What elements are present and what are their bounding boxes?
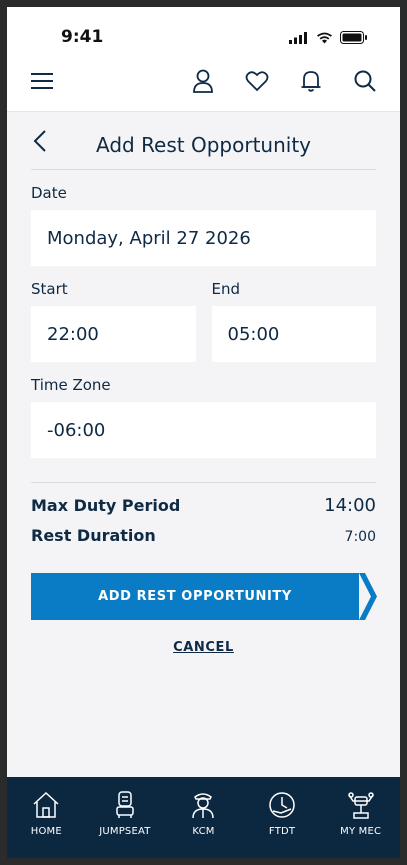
- page-title: Add Rest Opportunity: [95, 133, 312, 157]
- rest-duration-value: 7:00: [344, 529, 376, 545]
- start-group: Start 22:00: [31, 266, 196, 362]
- time-zone-label: Time Zone: [31, 376, 111, 394]
- max-duty-row: Max Duty Period 14:00: [31, 495, 376, 516]
- tab-my-mec[interactable]: MY MEC: [325, 791, 397, 837]
- rest-duration-label: Rest Duration: [31, 526, 156, 545]
- app-header: [7, 65, 400, 112]
- wifi-icon: [317, 32, 332, 43]
- chevron-right-icon: [359, 573, 377, 620]
- add-rest-opportunity-button[interactable]: ADD REST OPPORTUNITY: [31, 573, 377, 620]
- divider: [31, 482, 376, 483]
- menu-icon[interactable]: [28, 67, 56, 95]
- tab-home[interactable]: HOME: [10, 791, 82, 837]
- date-label: Date: [31, 184, 67, 202]
- tab-jumpseat[interactable]: JUMPSEAT: [89, 791, 161, 837]
- tab-home-label: HOME: [30, 826, 62, 837]
- heart-icon[interactable]: [243, 67, 271, 95]
- tab-ftdt-label: FTDT: [268, 826, 296, 837]
- title-row: Add Rest Opportunity: [31, 111, 376, 170]
- status-time: 9:41: [61, 27, 104, 47]
- bell-icon[interactable]: [297, 67, 325, 95]
- phone-screen: 9:41 Add Rest Opportunity Date Monday, A…: [7, 7, 400, 858]
- jumpseat-icon: [116, 791, 134, 818]
- tab-kcm[interactable]: KCM: [167, 791, 239, 837]
- rest-duration-row: Rest Duration 7:00: [31, 526, 376, 545]
- start-time-field[interactable]: 22:00: [31, 306, 196, 362]
- profile-icon[interactable]: [189, 67, 217, 95]
- start-end-row: Start 22:00 End 05:00: [31, 266, 376, 362]
- add-rest-opportunity-label: ADD REST OPPORTUNITY: [98, 589, 292, 604]
- search-icon[interactable]: [351, 67, 379, 95]
- cockpit-icon: [347, 792, 374, 819]
- end-group: End 05:00: [211, 266, 376, 362]
- max-duty-value: 14:00: [324, 495, 376, 516]
- form-content: Add Rest Opportunity Date Monday, April …: [31, 111, 377, 655]
- status-bar: 9:41: [7, 7, 400, 65]
- tab-my-mec-label: MY MEC: [340, 826, 382, 837]
- clock-plane-icon: [269, 792, 295, 818]
- bottom-tab-bar: HOME JUMPSEAT KCM FTDT MY MEC: [7, 777, 400, 858]
- cellular-signal-icon: [289, 31, 307, 44]
- max-duty-label: Max Duty Period: [31, 496, 181, 515]
- tab-kcm-label: KCM: [192, 826, 215, 837]
- end-time-field[interactable]: 05:00: [211, 306, 376, 362]
- home-icon: [33, 791, 59, 818]
- time-zone-field[interactable]: -06:00: [31, 402, 376, 458]
- status-icons: [289, 31, 368, 44]
- battery-icon: [340, 31, 367, 44]
- start-label: Start: [31, 280, 68, 298]
- tab-ftdt[interactable]: FTDT: [246, 791, 318, 837]
- end-label: End: [211, 280, 241, 298]
- pilot-icon: [192, 793, 215, 819]
- tab-jumpseat-label: JUMPSEAT: [99, 826, 151, 837]
- cancel-link[interactable]: CANCEL: [31, 640, 376, 655]
- date-field[interactable]: Monday, April 27 2026: [31, 210, 376, 266]
